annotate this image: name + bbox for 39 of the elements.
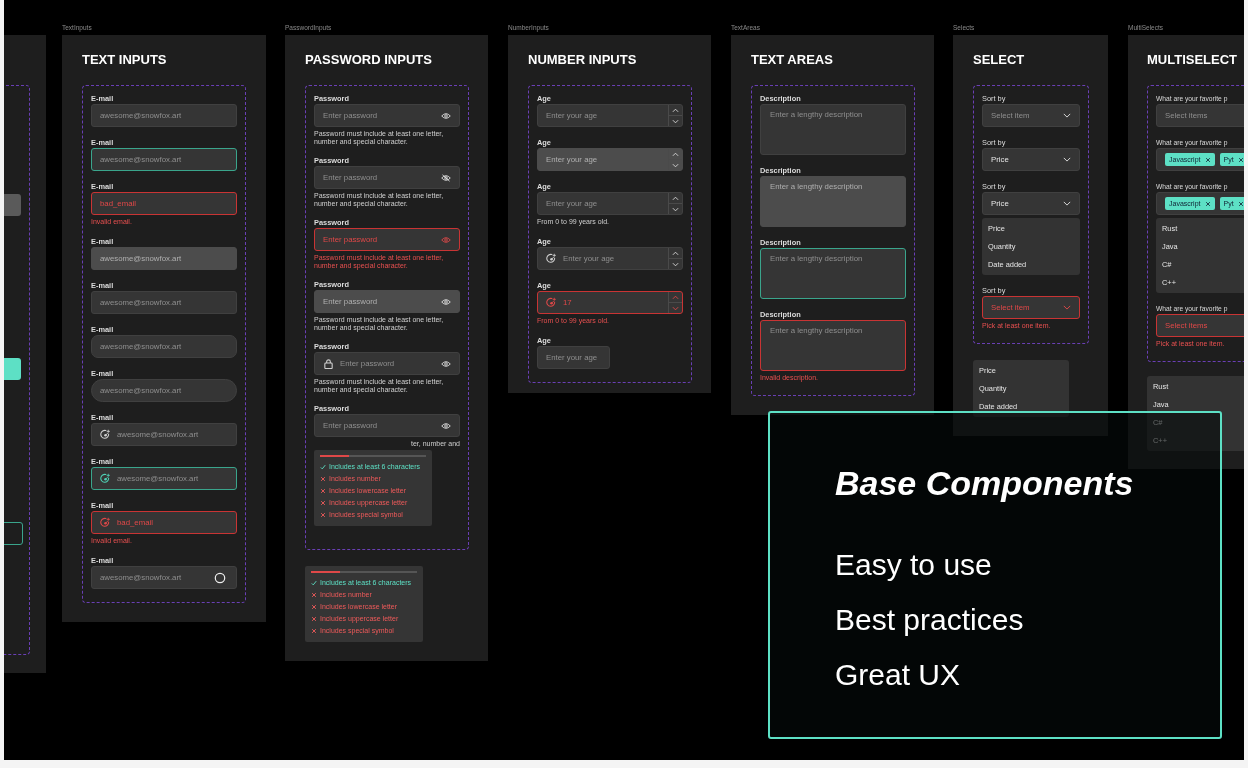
section-title: NUMBER INPUTS (528, 53, 637, 67)
chevron-down-icon (672, 118, 679, 124)
section-title: TEXT INPUTS (82, 53, 167, 67)
section-title: MULTISELECT (1147, 53, 1238, 67)
decrement-button[interactable] (669, 258, 682, 269)
chevron-up-icon (672, 107, 679, 113)
eye-off-icon[interactable] (441, 173, 451, 182)
gauge-icon (100, 473, 111, 484)
chevron-up-icon (672, 151, 679, 157)
close-icon[interactable] (1237, 200, 1244, 207)
chevron-up-icon (672, 250, 679, 256)
chevron-down-icon (672, 305, 679, 311)
feature-text: Best practices (835, 602, 1024, 638)
chevron-down-icon (1063, 157, 1071, 162)
chevron-down-icon (1063, 305, 1071, 310)
close-icon[interactable] (1237, 156, 1244, 163)
spinner-icon (214, 571, 226, 584)
gauge-icon (100, 517, 111, 528)
chevron-down-icon (672, 206, 679, 212)
close-icon[interactable] (1204, 200, 1211, 207)
close-icon[interactable] (1204, 156, 1211, 163)
promo-title: Base Components (835, 463, 1134, 504)
decrement-button[interactable] (669, 203, 682, 214)
gauge-icon (546, 253, 557, 264)
chevron-down-icon (1063, 113, 1071, 118)
decrement-button[interactable] (669, 115, 682, 126)
chevron-down-icon (672, 261, 679, 267)
section-title: TEXT AREAS (751, 53, 833, 67)
gauge-icon (546, 297, 557, 308)
chevron-down-icon (1063, 201, 1071, 206)
chevron-up-icon (672, 195, 679, 201)
gauge-icon (100, 429, 111, 440)
section-title: PASSWORD INPUTS (305, 53, 432, 67)
feature-text: Great UX (835, 657, 961, 693)
chevron-down-icon (672, 162, 679, 168)
section-title: SELECT (973, 53, 1025, 67)
feature-text: Easy to use (835, 547, 992, 583)
lock-icon (323, 358, 334, 369)
chevron-up-icon (672, 294, 679, 300)
